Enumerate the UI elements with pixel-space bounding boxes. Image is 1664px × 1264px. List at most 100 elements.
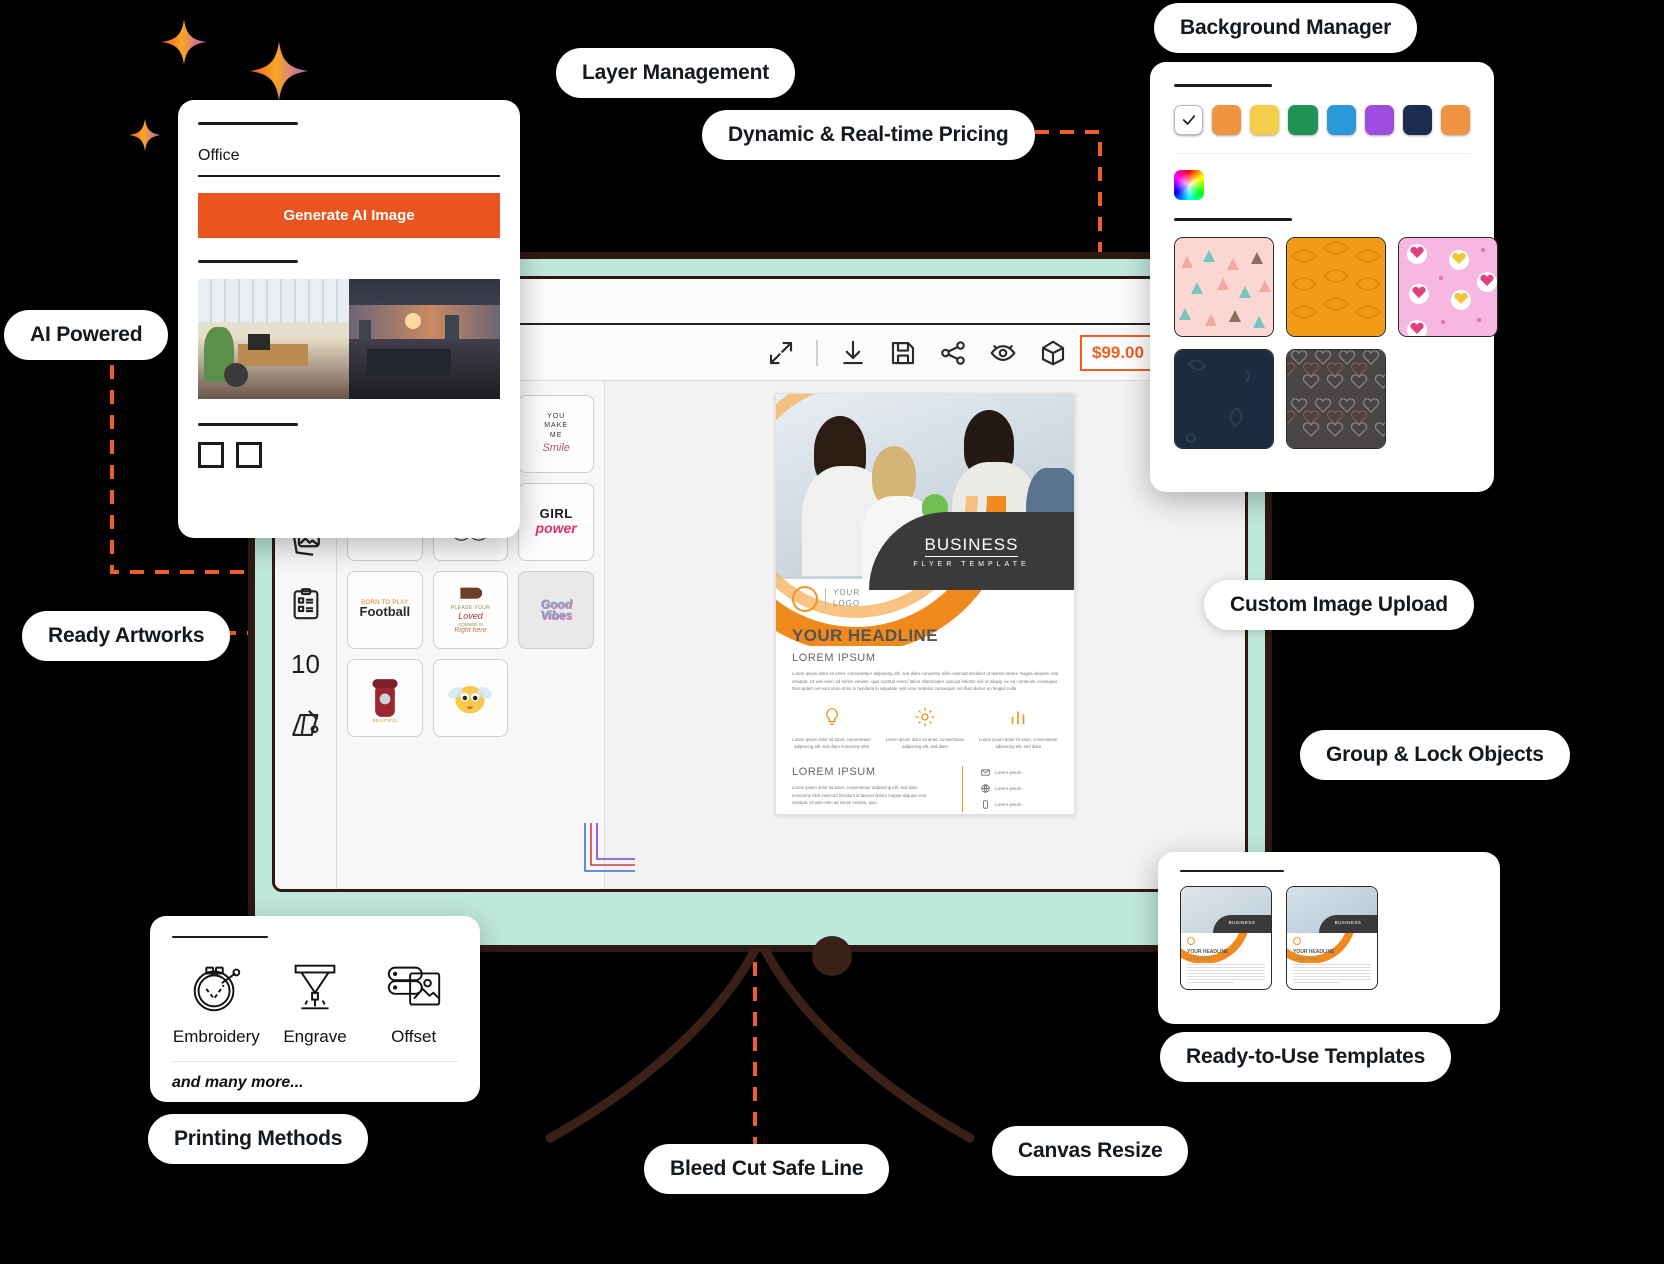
flyer-divider	[962, 766, 963, 812]
offset-press-icon	[387, 966, 440, 1006]
templates-grid: BUSINESS YOUR HEADLINE LOREM IPSUM BUSIN…	[1180, 886, 1478, 990]
callout-group-lock-objects[interactable]: Group & Lock Objects	[1300, 730, 1570, 780]
flyer-paragraph: Lorem ipsum dolor sit amet, consectetuer…	[792, 671, 1058, 692]
printing-method-label: Offset	[391, 1027, 437, 1046]
flyer-logo-line1: YOUR	[833, 588, 861, 598]
preview-eye-icon[interactable]	[988, 338, 1018, 368]
template-thumbnail[interactable]: BUSINESS YOUR HEADLINE LOREM IPSUM	[1180, 886, 1272, 990]
ai-prompt-input[interactable]	[198, 147, 500, 177]
flyer-logo-line2: LOGO	[833, 599, 861, 608]
logo-mark-icon	[789, 583, 821, 615]
printing-method-item[interactable]: Engrave	[271, 956, 360, 1047]
art-tile[interactable]: BEAUTIFUL	[347, 659, 423, 737]
pattern-dark-hearts[interactable]	[1286, 349, 1386, 449]
flyer-subhead: LOREM IPSUM	[792, 652, 876, 664]
ai-option-checkboxes	[198, 442, 500, 468]
flyer-feature: Lorem ipsum dolor sit amet, consectetuer…	[881, 706, 968, 751]
pattern-pink-hearts-dots[interactable]	[1398, 237, 1498, 337]
pattern-grid	[1174, 237, 1498, 449]
flyer-logo: YOUR LOGO	[789, 583, 861, 615]
3d-cube-icon[interactable]	[1038, 338, 1068, 368]
template-headline: YOUR HEADLINE	[1187, 949, 1229, 955]
save-icon[interactable]	[888, 338, 918, 368]
flyer-contact: Lorem ipsum	[981, 768, 1022, 777]
quantity-value[interactable]: 10	[291, 649, 320, 680]
swatch-amber[interactable]	[1440, 105, 1471, 135]
sidebar-item-clipboard[interactable]	[289, 587, 323, 621]
ai-results	[198, 279, 500, 399]
pattern-pink-triangles[interactable]	[1174, 237, 1274, 337]
template-sub: LOREM IPSUM	[1293, 957, 1317, 961]
swatch-purple[interactable]	[1364, 105, 1394, 135]
art-tile[interactable]: PLEASE YOUR Loved CORNER IS Right here	[432, 571, 509, 649]
flyer-brand-title: BUSINESS	[924, 535, 1019, 557]
swatch-navy[interactable]	[1402, 105, 1432, 135]
expand-icon[interactable]	[766, 338, 796, 368]
background-manager-panel	[1150, 62, 1498, 492]
callout-custom-image-upload[interactable]: Custom Image Upload	[1204, 580, 1474, 630]
callout-printing-methods[interactable]: Printing Methods	[148, 1114, 369, 1164]
download-icon[interactable]	[838, 338, 868, 368]
printing-method-label: Embroidery	[172, 1027, 260, 1046]
art-tile[interactable]	[432, 659, 509, 737]
callout-dynamic-pricing[interactable]: Dynamic & Real-time Pricing	[702, 110, 1035, 160]
callout-bleed-cut-safe-line[interactable]: Bleed Cut Safe Line	[644, 1144, 890, 1194]
bulb-icon	[825, 708, 838, 726]
printing-method-item[interactable]: Offset	[369, 956, 458, 1047]
swatch-green[interactable]	[1288, 105, 1318, 135]
pattern-navy-doodle[interactable]	[1174, 349, 1274, 449]
poster-stage: $99.00 Add AI	[0, 0, 1664, 1264]
art-tile[interactable]: Good Vibes	[518, 571, 594, 649]
globe-icon	[981, 784, 990, 793]
templates-rule	[1180, 870, 1284, 872]
flyer-headline: YOUR HEADLINE	[792, 626, 938, 645]
callout-ready-to-use-templates[interactable]: Ready-to-Use Templates	[1160, 1032, 1452, 1082]
callout-ai-powered[interactable]: AI Powered	[4, 310, 169, 360]
flyer-contact-text: Lorem ipsum	[995, 802, 1022, 807]
printing-methods-panel: Embroidery Engrave Offset and many more.…	[150, 916, 480, 1102]
template-thumbnail[interactable]: BUSINESS YOUR HEADLINE LOREM IPSUM	[1286, 886, 1378, 990]
monitor-stand-legs	[545, 948, 975, 1143]
template-headline: YOUR HEADLINE	[1293, 949, 1335, 955]
callout-layer-management[interactable]: Layer Management	[556, 48, 796, 98]
printing-method-item[interactable]: Embroidery	[172, 956, 261, 1047]
ai-result-thumbnail[interactable]	[349, 279, 500, 399]
template-brand: BUSINESS	[1228, 920, 1256, 925]
color-wheel-picker[interactable]	[1174, 170, 1204, 200]
art-tile[interactable]: GIRL power	[518, 483, 594, 561]
printing-methods-list: Embroidery Engrave Offset	[172, 956, 458, 1047]
sparkle-icon	[128, 118, 162, 152]
chart-icon	[1011, 711, 1025, 725]
ai-option-checkbox[interactable]	[236, 442, 262, 468]
flyer-contact-text: Lorem ipsum	[995, 770, 1022, 775]
callout-background-manager[interactable]: Background Manager	[1154, 3, 1418, 53]
art-tile[interactable]: YOU MAKE ME Smile	[518, 395, 594, 473]
bg-colors-rule	[1174, 84, 1272, 87]
generate-ai-image-button[interactable]: Generate AI Image	[198, 193, 500, 238]
embroidery-hoop-icon	[194, 966, 241, 1012]
canvas-area[interactable]: BUSINESS FLYER TEMPLATE YOUR LOGO YOUR H…	[584, 381, 1245, 889]
swatch-blue[interactable]	[1326, 105, 1356, 135]
flyer-paragraph-2: Lorem ipsum dolor sit amet, consectetuer…	[792, 785, 927, 806]
callout-ready-artworks[interactable]: Ready Artworks	[22, 611, 231, 661]
swatch-transparent-selected[interactable]	[1174, 105, 1204, 135]
swatch-orange[interactable]	[1212, 105, 1242, 135]
flyer-design[interactable]: BUSINESS FLYER TEMPLATE YOUR LOGO YOUR H…	[775, 393, 1075, 815]
options-rule	[198, 423, 298, 426]
sparkle-icon	[248, 40, 310, 102]
templates-panel: BUSINESS YOUR HEADLINE LOREM IPSUM BUSIN…	[1158, 852, 1500, 1024]
pattern-orange-leaves[interactable]	[1286, 237, 1386, 337]
printing-method-label: Engrave	[283, 1027, 347, 1046]
printing-methods-more: and many more...	[172, 1061, 458, 1092]
flyer-contacts: Lorem ipsum Lorem ipsum Lorem ipsum	[981, 768, 1022, 809]
flyer-subhead-2: LOREM IPSUM	[792, 766, 876, 778]
swatch-yellow[interactable]	[1250, 105, 1280, 135]
ai-result-thumbnail[interactable]	[198, 279, 349, 399]
price-badge: $99.00	[1079, 334, 1156, 371]
share-icon[interactable]	[938, 338, 968, 368]
sidebar-item-design-tools[interactable]	[289, 708, 323, 742]
flyer-feature: Lorem ipsum dolor sit amet, consectetuer…	[975, 706, 1062, 751]
ai-option-checkbox[interactable]	[198, 442, 224, 468]
art-tile[interactable]: BORN TO PLAY Football	[347, 571, 423, 649]
callout-canvas-resize[interactable]: Canvas Resize	[992, 1126, 1189, 1176]
